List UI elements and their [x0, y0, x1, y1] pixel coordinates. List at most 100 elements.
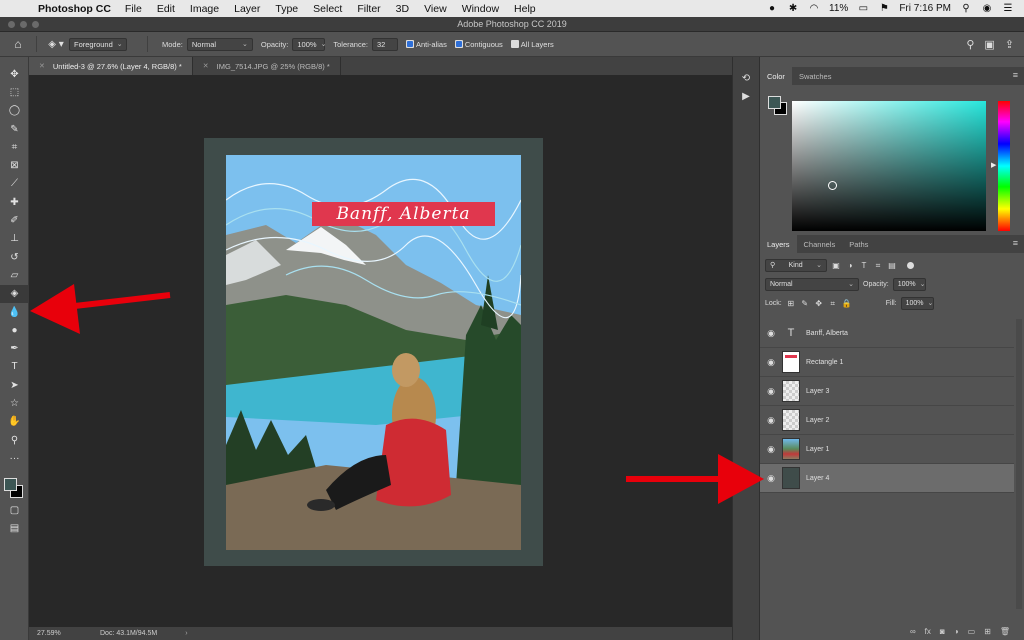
- menu-view[interactable]: View: [424, 3, 447, 15]
- dodge-tool-icon[interactable]: ●: [0, 321, 29, 339]
- history-brush-tool-icon[interactable]: ↺: [0, 248, 29, 266]
- edit-toolbar-icon[interactable]: ···: [0, 449, 29, 467]
- canvas-area[interactable]: Banff, Alberta: [29, 75, 732, 627]
- foreground-color-swatch[interactable]: [4, 477, 17, 491]
- filter-type-icon[interactable]: T: [859, 261, 869, 270]
- filter-smart-object-icon[interactable]: ▤: [887, 261, 897, 270]
- new-layer-icon[interactable]: ⊞: [984, 627, 991, 636]
- delete-layer-icon[interactable]: 🗑: [1000, 627, 1010, 636]
- app-menu[interactable]: Photoshop CC: [38, 3, 111, 15]
- layer-row-layer-3[interactable]: ◉ Layer 3: [760, 377, 1014, 406]
- layer-style-icon[interactable]: fx: [925, 627, 931, 636]
- fill-source-dropdown[interactable]: Foreground ⌄: [69, 37, 127, 51]
- actions-play-icon[interactable]: ▶: [733, 87, 759, 105]
- move-tool-icon[interactable]: ✥: [0, 65, 29, 83]
- spotlight-icon[interactable]: ⚲: [960, 3, 972, 14]
- filter-shape-icon[interactable]: ⌗: [873, 261, 883, 271]
- link-layers-icon[interactable]: ∞: [910, 627, 916, 636]
- mode-dropdown[interactable]: Normal ⌄: [186, 37, 253, 51]
- layer-filter-dropdown[interactable]: ⚲ Kind ⌄: [765, 259, 827, 272]
- lasso-tool-icon[interactable]: ◯: [0, 102, 29, 120]
- tab-color[interactable]: Color: [760, 67, 792, 85]
- screen-mode-icon[interactable]: ▤: [0, 520, 29, 538]
- pen-tool-icon[interactable]: ✒: [0, 339, 29, 357]
- frame-tool-icon[interactable]: ⊠: [0, 156, 29, 174]
- layer-row-rectangle-1[interactable]: ◉ Rectangle 1: [760, 348, 1014, 377]
- filter-pixel-icon[interactable]: ▣: [831, 261, 841, 270]
- layer-mask-icon[interactable]: ◙: [940, 627, 945, 636]
- visibility-eye-icon[interactable]: ◉: [760, 328, 782, 339]
- eyedropper-tool-icon[interactable]: ⟋: [0, 175, 29, 193]
- notification-center-icon[interactable]: ☰: [1002, 3, 1014, 14]
- zoom-level[interactable]: 27.59%: [29, 630, 84, 637]
- wifi-icon[interactable]: ◠: [808, 3, 820, 14]
- history-panel-icon[interactable]: ⟲: [733, 69, 759, 87]
- visibility-eye-icon[interactable]: ◉: [760, 444, 782, 455]
- zoom-window-button[interactable]: [32, 21, 39, 28]
- share-icon[interactable]: ⇪: [1005, 38, 1014, 51]
- adjustment-layer-icon[interactable]: ◑: [954, 627, 959, 636]
- tab-paths[interactable]: Paths: [842, 235, 875, 253]
- home-icon[interactable]: ⌂: [6, 37, 30, 51]
- menu-select[interactable]: Select: [313, 3, 342, 15]
- marquee-tool-icon[interactable]: ⬚: [0, 83, 29, 101]
- blur-tool-icon[interactable]: 💧: [0, 303, 29, 321]
- artboard[interactable]: Banff, Alberta: [204, 138, 543, 566]
- tab-channels[interactable]: Channels: [797, 235, 843, 253]
- minimize-window-button[interactable]: [20, 21, 27, 28]
- antialias-checkbox[interactable]: [405, 40, 414, 48]
- color-picker-field[interactable]: [792, 101, 986, 231]
- blend-mode-dropdown[interactable]: Normal ⌄: [765, 278, 859, 291]
- tolerance-input[interactable]: 32: [371, 37, 398, 51]
- tab-untitled-3[interactable]: ✕ Untitled-3 @ 27.6% (Layer 4, RGB/8) *: [29, 57, 193, 75]
- crop-tool-icon[interactable]: ⌗: [0, 138, 29, 156]
- search-icon[interactable]: ⚲: [966, 38, 974, 51]
- lock-position-icon[interactable]: ✥: [814, 299, 824, 308]
- opacity-field[interactable]: 100% ⌄: [292, 37, 326, 51]
- layer-row-layer-2[interactable]: ◉ Layer 2: [760, 406, 1014, 435]
- hand-tool-icon[interactable]: ✋: [0, 413, 29, 431]
- visibility-eye-icon[interactable]: ◉: [760, 415, 782, 426]
- chevron-right-icon[interactable]: ›: [185, 630, 187, 637]
- icon-column-grip[interactable]: [733, 57, 759, 69]
- lock-all-icon[interactable]: 🔒: [842, 299, 852, 308]
- tab-swatches[interactable]: Swatches: [792, 67, 839, 85]
- shape-tool-icon[interactable]: ☆: [0, 394, 29, 412]
- visibility-eye-icon[interactable]: ◉: [760, 473, 782, 484]
- flag-icon[interactable]: ⚑: [878, 3, 890, 14]
- filter-toggle[interactable]: [907, 262, 914, 269]
- tab-layers[interactable]: Layers: [760, 235, 797, 253]
- color-panel-foreground-swatch[interactable]: [768, 96, 781, 109]
- menu-image[interactable]: Image: [190, 3, 219, 15]
- healing-brush-tool-icon[interactable]: ✚: [0, 193, 29, 211]
- menu-edit[interactable]: Edit: [157, 3, 175, 15]
- workspace-icon[interactable]: ▣: [984, 38, 994, 51]
- lock-pixels-icon[interactable]: ✎: [800, 299, 810, 308]
- canvas-photo[interactable]: Banff, Alberta: [226, 155, 521, 550]
- menu-type[interactable]: Type: [275, 3, 298, 15]
- fill-field[interactable]: 100% ⌄: [900, 297, 934, 310]
- paint-bucket-tool-icon[interactable]: ◈: [0, 284, 29, 303]
- panel-menu-icon[interactable]: ≡: [1013, 70, 1018, 80]
- zoom-tool-icon[interactable]: ⚲: [0, 431, 29, 449]
- paint-bucket-preset-icon[interactable]: ◈ ▾: [43, 39, 69, 50]
- lock-transparency-icon[interactable]: ⊞: [786, 299, 796, 308]
- layer-opacity-field[interactable]: 100% ⌄: [892, 278, 926, 291]
- layer-row-layer-1[interactable]: ◉ Layer 1: [760, 435, 1014, 464]
- type-tool-icon[interactable]: T: [0, 358, 29, 376]
- menu-3d[interactable]: 3D: [396, 3, 409, 15]
- new-group-icon[interactable]: ▭: [968, 627, 976, 636]
- panel-menu-icon[interactable]: ≡: [1013, 238, 1018, 248]
- quick-selection-tool-icon[interactable]: ✎: [0, 120, 29, 138]
- menu-layer[interactable]: Layer: [234, 3, 260, 15]
- layer-row-layer-4[interactable]: ◉ Layer 4: [760, 464, 1014, 493]
- path-selection-tool-icon[interactable]: ➤: [0, 376, 29, 394]
- menu-filter[interactable]: Filter: [357, 3, 380, 15]
- battery-icon[interactable]: ▭: [857, 3, 869, 14]
- close-window-button[interactable]: [8, 21, 15, 28]
- lock-artboard-icon[interactable]: ⌗: [828, 299, 838, 309]
- hue-slider[interactable]: [998, 101, 1010, 231]
- layers-scrollbar[interactable]: [1016, 319, 1022, 609]
- clock[interactable]: Fri 7:16 PM: [899, 3, 951, 14]
- quick-mask-icon[interactable]: ▢: [0, 502, 29, 520]
